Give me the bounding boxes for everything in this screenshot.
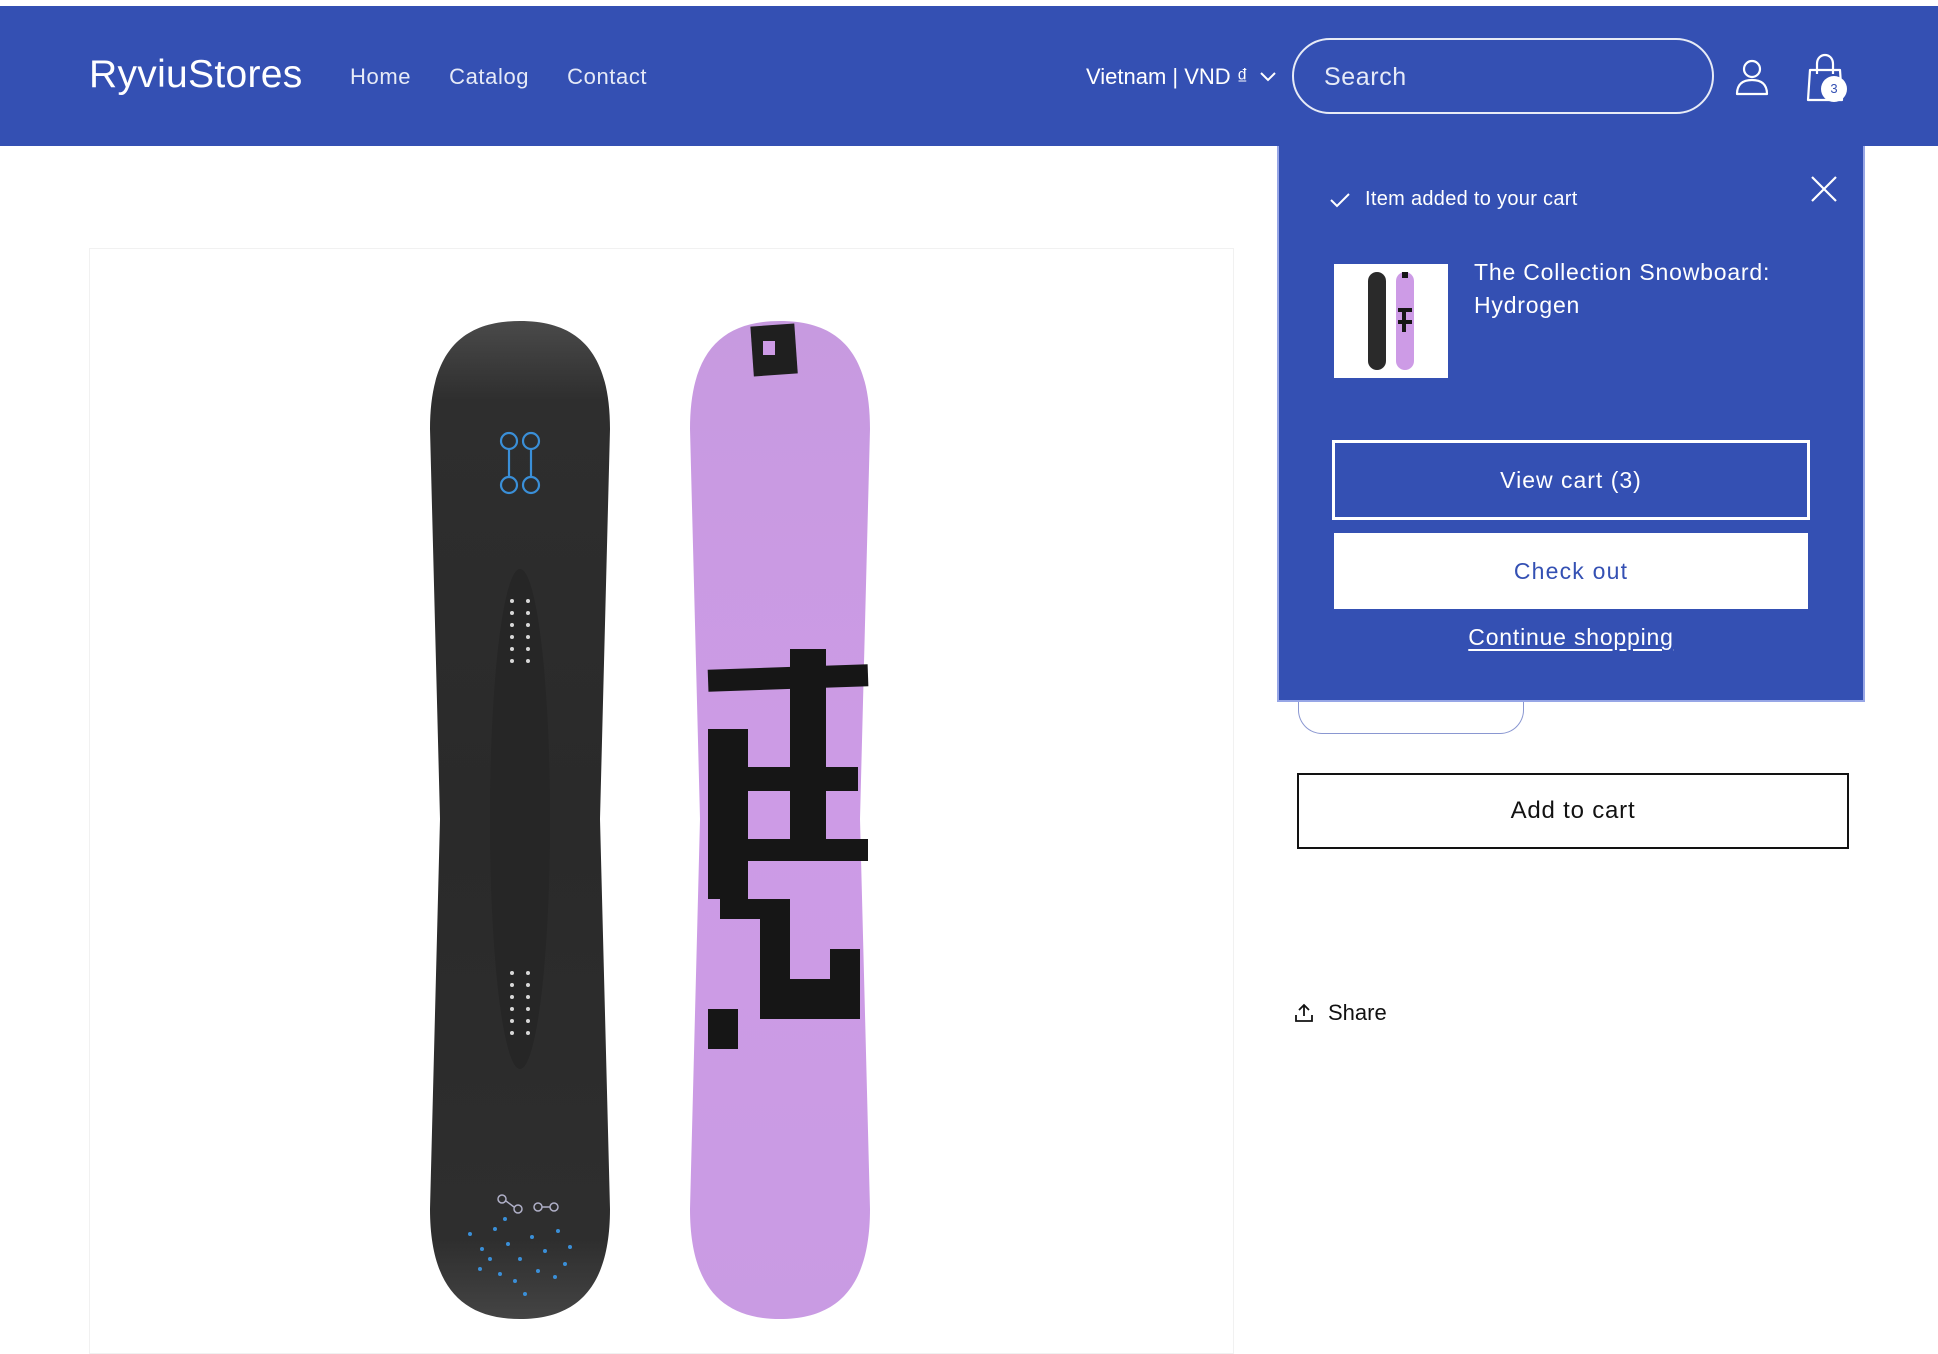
locale-selector[interactable]: Vietnam | VND ₫	[1086, 64, 1276, 90]
site-header: RyviuStores Home Catalog Contact Vietnam…	[0, 6, 1938, 146]
search-box[interactable]	[1292, 38, 1714, 114]
search-input[interactable]	[1324, 58, 1684, 96]
view-cart-button[interactable]: View cart (3)	[1332, 440, 1810, 520]
cart-count-badge: 3	[1821, 76, 1847, 102]
close-icon[interactable]	[1809, 174, 1839, 204]
main-nav: Home Catalog Contact	[350, 64, 647, 90]
share-icon	[1295, 1003, 1313, 1022]
store-logo[interactable]: RyviuStores	[89, 53, 303, 97]
added-status-text: Item added to your cart	[1365, 188, 1578, 210]
added-status: Item added to your cart	[1329, 188, 1578, 211]
chevron-down-icon	[1260, 72, 1276, 82]
nav-contact[interactable]: Contact	[567, 64, 647, 90]
nav-home[interactable]: Home	[350, 64, 411, 90]
account-icon[interactable]	[1734, 58, 1770, 96]
continue-shopping-link[interactable]: Continue shopping	[1279, 624, 1863, 651]
locale-label: Vietnam | VND ₫	[1086, 64, 1249, 89]
add-to-cart-button[interactable]: Add to cart	[1297, 773, 1849, 849]
share-button[interactable]: Share	[1294, 1000, 1387, 1026]
cart-notification: Item added to your cart The Collection S…	[1277, 146, 1865, 702]
cart-item-thumbnail	[1334, 264, 1448, 378]
share-label: Share	[1328, 1000, 1387, 1025]
cart-item-name: The Collection Snowboard: Hydrogen	[1474, 259, 1771, 318]
product-image	[430, 321, 870, 1319]
check-icon	[1330, 192, 1350, 207]
checkout-button[interactable]: Check out	[1334, 533, 1808, 609]
product-media[interactable]	[89, 248, 1234, 1354]
nav-catalog[interactable]: Catalog	[449, 64, 529, 90]
